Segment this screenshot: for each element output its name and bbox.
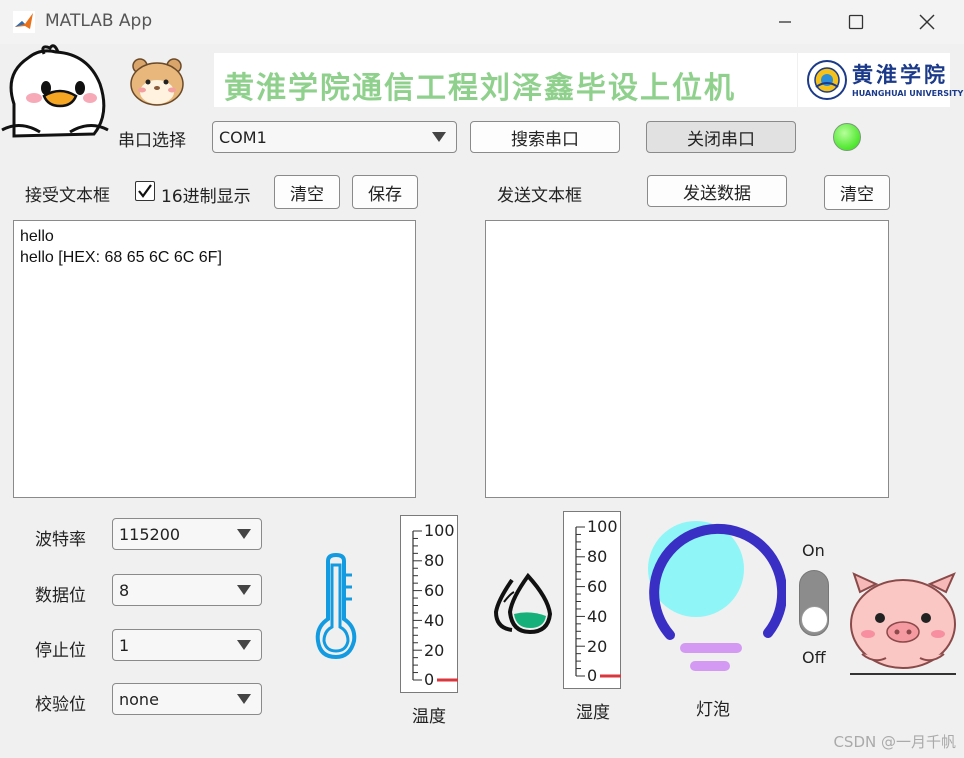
switch-on-label: On — [802, 541, 825, 560]
temp-tick-label: 20 — [424, 641, 445, 660]
stop-bits-label: 停止位 — [35, 641, 86, 661]
chevron-down-icon — [432, 132, 446, 142]
temp-tick-label: 0 — [424, 670, 435, 689]
lamp-toggle-switch[interactable] — [799, 570, 829, 636]
chevron-down-icon — [237, 529, 251, 539]
banner-title: 黄淮学院通信工程刘泽鑫毕设上位机 — [224, 71, 736, 106]
hum-tick-label: 60 — [587, 577, 608, 596]
parity-label: 校验位 — [35, 695, 86, 715]
baud-rate-dropdown[interactable]: 115200 — [112, 518, 262, 550]
switch-knob[interactable] — [801, 606, 828, 633]
duck-mascot-icon — [1, 44, 109, 138]
data-bits-dropdown[interactable]: 8 — [112, 574, 262, 606]
receive-textarea[interactable]: hello hello [HEX: 68 65 6C 6C 6F] — [13, 220, 416, 498]
checkmark-icon — [138, 184, 152, 198]
switch-off-label: Off — [802, 648, 826, 667]
hum-tick-label: 40 — [587, 607, 608, 626]
window-title: MATLAB App — [45, 11, 153, 31]
receive-label: 接受文本框 — [25, 186, 110, 206]
send-textarea[interactable] — [485, 220, 889, 498]
temp-tick-label: 40 — [424, 611, 445, 630]
stop-bits-value: 1 — [119, 635, 130, 655]
university-name-cn: 黄淮学院 — [852, 62, 948, 87]
serial-port-value: COM1 — [219, 127, 267, 147]
banner: 黄淮学院通信工程刘泽鑫毕设上位机 — [214, 53, 797, 107]
hex-display-label: 16进制显示 — [161, 187, 251, 207]
temperature-gauge: 100 80 60 40 20 0 — [400, 515, 458, 693]
receive-save-button[interactable]: 保存 — [352, 175, 418, 209]
receive-clear-button[interactable]: 清空 — [274, 175, 340, 209]
chevron-down-icon — [237, 694, 251, 704]
data-bits-label: 数据位 — [35, 586, 86, 606]
hum-tick-label: 0 — [587, 666, 598, 685]
hum-tick-label: 100 — [587, 517, 618, 536]
title-bar: MATLAB App — [0, 0, 964, 44]
send-clear-button[interactable]: 清空 — [824, 175, 890, 210]
close-icon[interactable] — [903, 0, 951, 44]
university-logo: 黄淮学院 HUANGHUAI UNIVERSITY — [798, 53, 963, 107]
water-drop-icon — [493, 572, 553, 635]
maximize-icon[interactable] — [832, 0, 880, 44]
university-seal-icon — [807, 60, 847, 100]
temp-tick-label: 80 — [424, 551, 445, 570]
parity-dropdown[interactable]: none — [112, 683, 262, 715]
baud-rate-label: 波特率 — [35, 530, 86, 550]
hex-display-checkbox[interactable] — [135, 181, 155, 201]
matlab-logo-icon — [13, 11, 35, 33]
pig-mascot-icon — [850, 572, 956, 675]
search-port-button[interactable]: 搜索串口 — [470, 121, 620, 153]
hum-tick-label: 20 — [587, 637, 608, 656]
data-bits-value: 8 — [119, 580, 130, 600]
lamp-label: 灯泡 — [696, 700, 730, 720]
send-data-button[interactable]: 发送数据 — [647, 175, 787, 207]
humidity-gauge: 100 80 60 40 20 0 — [563, 511, 621, 689]
stop-bits-dropdown[interactable]: 1 — [112, 629, 262, 661]
close-port-button[interactable]: 关闭串口 — [646, 121, 796, 153]
university-name-en: HUANGHUAI UNIVERSITY — [852, 89, 964, 98]
chevron-down-icon — [237, 585, 251, 595]
hum-tick-label: 80 — [587, 547, 608, 566]
temp-tick-label: 60 — [424, 581, 445, 600]
receive-line: hello [HEX: 68 65 6C 6C 6F] — [20, 249, 222, 266]
lightbulb-icon — [648, 521, 786, 671]
humidity-label: 湿度 — [576, 703, 610, 723]
chevron-down-icon — [237, 640, 251, 650]
temperature-label: 温度 — [412, 707, 446, 727]
temp-tick-label: 100 — [424, 521, 455, 540]
receive-line: hello — [20, 228, 54, 245]
baud-rate-value: 115200 — [119, 524, 181, 544]
parity-value: none — [119, 689, 159, 709]
connection-status-indicator — [833, 123, 861, 151]
minimize-icon[interactable] — [761, 0, 809, 44]
thermometer-icon — [315, 553, 357, 659]
send-label: 发送文本框 — [497, 186, 582, 206]
serial-port-label: 串口选择 — [118, 131, 186, 151]
serial-port-dropdown[interactable]: COM1 — [212, 121, 457, 153]
hamster-mascot-icon — [130, 58, 184, 106]
watermark: CSDN @一月千帆 — [833, 733, 956, 751]
